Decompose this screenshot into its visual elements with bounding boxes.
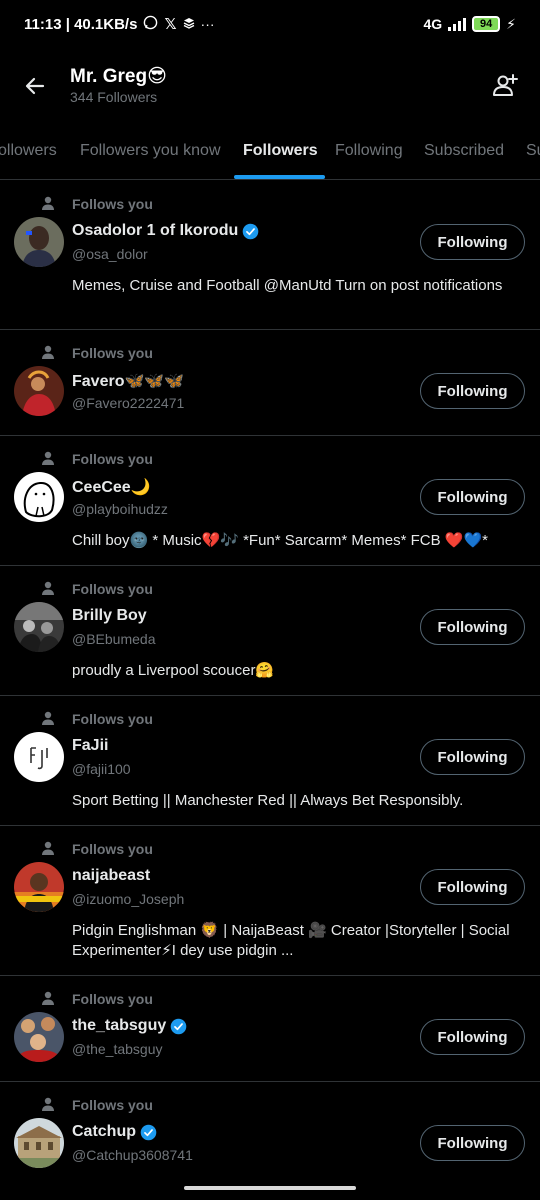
tab-following[interactable]: Following: [335, 128, 403, 179]
follows-you-line: Follows you: [42, 1096, 153, 1114]
user-name[interactable]: Catchup: [72, 1123, 136, 1141]
tab-followers-you-know[interactable]: Followers you know: [80, 128, 221, 179]
person-icon: [42, 451, 54, 465]
active-tab-indicator: [234, 175, 325, 179]
user-handle: @the_tabsguy: [72, 1041, 163, 1057]
list-item[interactable]: Follows you CeeCee🌙 @playboihudzz Follow…: [0, 436, 540, 566]
follower-list: Follows you Osadolor 1 of Ikorodu @osa_d…: [0, 181, 540, 1192]
add-user-icon: [493, 74, 518, 96]
tab-followers-partial[interactable]: ollowers: [0, 128, 57, 179]
follows-you-label: Follows you: [72, 991, 153, 1007]
avatar[interactable]: [14, 217, 64, 267]
user-handle: @playboihudzz: [72, 501, 168, 517]
network-label: 4G: [423, 16, 443, 32]
follower-count: 344 Followers: [70, 89, 158, 105]
avatar[interactable]: [14, 1118, 64, 1168]
arrow-left-icon: [25, 77, 45, 95]
more-icon: ···: [200, 16, 215, 32]
tab-subscriptions-partial[interactable]: Su: [526, 128, 540, 179]
follows-you-label: Follows you: [72, 581, 153, 597]
user-bio: Sport Betting || Manchester Red || Alway…: [72, 792, 464, 809]
avatar[interactable]: [14, 862, 64, 912]
follows-you-label: Follows you: [72, 345, 153, 361]
person-icon: [42, 1097, 54, 1111]
person-icon: [42, 345, 54, 359]
follows-you-line: Follows you: [42, 450, 153, 468]
user-name[interactable]: Osadolor 1 of Ikorodu: [72, 222, 238, 240]
avatar[interactable]: [14, 732, 64, 782]
avatar[interactable]: [14, 366, 64, 416]
verified-badge-icon: [242, 223, 259, 239]
person-icon: [42, 841, 54, 855]
follows-you-label: Follows you: [72, 841, 153, 857]
user-bio: Memes, Cruise and Football @ManUtd Turn …: [72, 277, 503, 294]
user-handle: @Catchup3608741: [72, 1147, 193, 1163]
list-item[interactable]: Follows you Catchup @Catchup3608741 Foll…: [0, 1082, 540, 1192]
back-button[interactable]: [0, 58, 70, 114]
list-item[interactable]: Follows you Osadolor 1 of Ikorodu @osa_d…: [0, 181, 540, 330]
x-icon: 𝕏: [164, 16, 177, 33]
list-item[interactable]: Follows you naijabeast @izuomo_Joseph Fo…: [0, 826, 540, 976]
person-icon: [42, 196, 54, 210]
charging-icon: ⚡: [506, 15, 516, 32]
user-bio: proudly a Liverpool scoucer🤗: [72, 662, 275, 679]
following-button[interactable]: Following: [420, 1019, 525, 1055]
following-button[interactable]: Following: [420, 224, 525, 260]
verified-badge-icon: [170, 1018, 187, 1034]
user-name[interactable]: naijabeast: [72, 867, 150, 885]
follows-you-label: Follows you: [72, 1097, 153, 1113]
avatar[interactable]: [14, 1012, 64, 1062]
follows-you-line: Follows you: [42, 580, 153, 598]
status-bar: 11:13 | 40.1KB/s 𝕏 ··· 4G 94 ⚡: [0, 0, 540, 48]
user-name[interactable]: FaJii: [72, 737, 108, 755]
person-icon: [42, 581, 54, 595]
signal-icon: [448, 17, 467, 31]
tab-subscribed[interactable]: Subscribed: [424, 128, 504, 179]
user-bio: Pidgin Englishman 🦁 | NaijaBeast 🎥 Creat…: [72, 922, 510, 959]
follows-you-label: Follows you: [72, 451, 153, 467]
person-icon: [42, 991, 54, 1005]
add-user-button[interactable]: [470, 58, 540, 114]
following-button[interactable]: Following: [420, 609, 525, 645]
follows-you-label: Follows you: [72, 711, 153, 727]
user-handle: @fajii100: [72, 761, 131, 777]
whatsapp-icon: [143, 15, 158, 33]
user-name[interactable]: Favero🦋🦋🦋: [72, 371, 184, 391]
follows-you-line: Follows you: [42, 990, 153, 1008]
tab-bar: ollowers Followers you know Followers Fo…: [0, 128, 540, 180]
following-button[interactable]: Following: [420, 1125, 525, 1161]
follows-you-line: Follows you: [42, 195, 153, 213]
list-item[interactable]: Follows you FaJii @fajii100 Following Sp…: [0, 696, 540, 826]
avatar[interactable]: [14, 472, 64, 522]
follows-you-label: Follows you: [72, 196, 153, 212]
user-name[interactable]: Brilly Boy: [72, 607, 147, 625]
layers-icon: [183, 16, 195, 32]
user-handle: @Favero2222471: [72, 395, 185, 411]
person-icon: [42, 711, 54, 725]
following-button[interactable]: Following: [420, 869, 525, 905]
verified-badge-icon: [140, 1124, 157, 1140]
user-bio: Chill boy🌚 * Music💔🎶 *Fun* Sarcarm* Meme…: [72, 532, 488, 549]
follows-you-line: Follows you: [42, 710, 153, 728]
following-button[interactable]: Following: [420, 739, 525, 775]
list-item[interactable]: Follows you Favero🦋🦋🦋 @Favero2222471 Fol…: [0, 330, 540, 436]
user-name[interactable]: CeeCee🌙: [72, 477, 151, 497]
tab-followers[interactable]: Followers: [243, 128, 318, 179]
follows-you-line: Follows you: [42, 840, 153, 858]
header: Mr. Greg😎 344 Followers: [0, 56, 540, 116]
follows-you-line: Follows you: [42, 344, 153, 362]
following-button[interactable]: Following: [420, 479, 525, 515]
user-handle: @BEbumeda: [72, 631, 156, 647]
user-handle: @osa_dolor: [72, 246, 148, 262]
avatar[interactable]: [14, 602, 64, 652]
list-item[interactable]: Follows you the_tabsguy @the_tabsguy Fol…: [0, 976, 540, 1082]
following-button[interactable]: Following: [420, 373, 525, 409]
user-name[interactable]: the_tabsguy: [72, 1017, 166, 1035]
user-handle: @izuomo_Joseph: [72, 891, 185, 907]
status-time: 11:13 | 40.1KB/s: [24, 15, 138, 33]
page-title: Mr. Greg😎: [70, 66, 167, 87]
home-indicator[interactable]: [184, 1186, 356, 1190]
battery-icon: 94: [472, 16, 501, 32]
list-item[interactable]: Follows you Brilly Boy @BEbumeda Followi…: [0, 566, 540, 696]
